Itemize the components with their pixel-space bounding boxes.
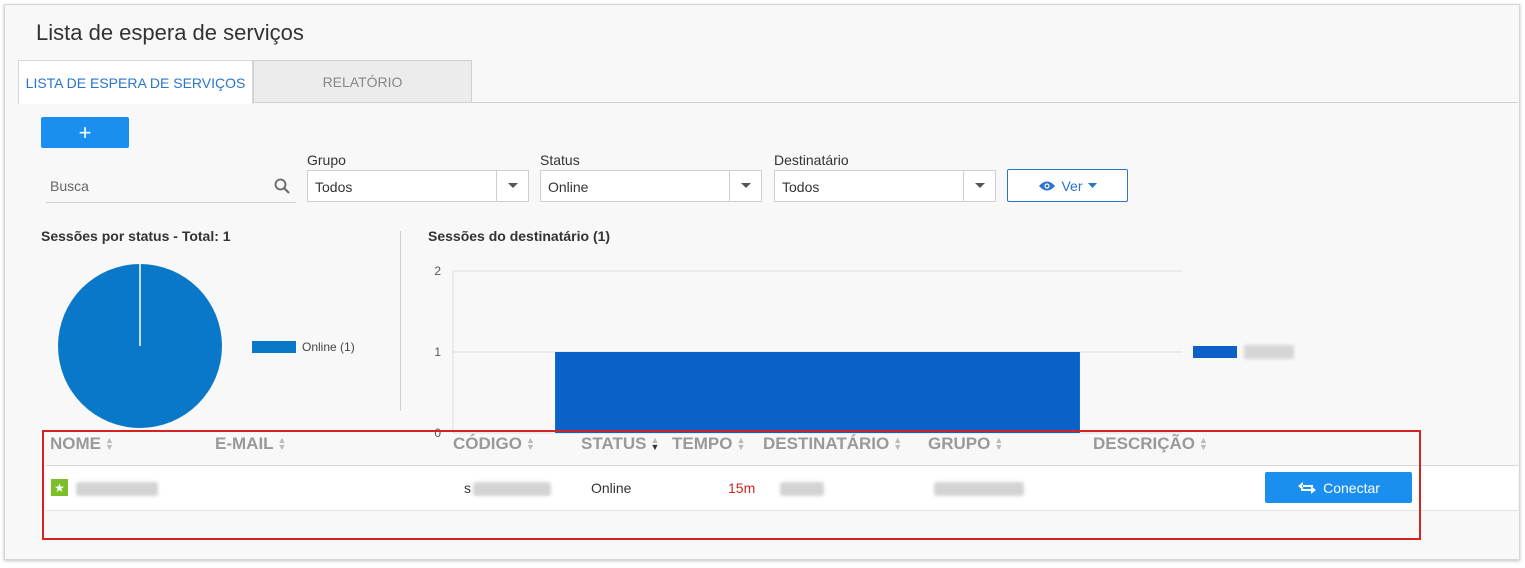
sort-active-icon: ▲ ▼ (650, 435, 660, 452)
col-tempo[interactable]: TEMPO ▲ ▼ (672, 434, 745, 454)
sort-icon: ▲ ▼ (893, 435, 903, 452)
connect-label: Conectar (1323, 479, 1380, 496)
table-header: NOME ▲ ▼ E-MAIL ▲ ▼ CÓDIGO ▲ ▼ STATUS ▲ ▼ TEMPO ▲… (46, 434, 1518, 464)
y-tick-label: 2 (434, 264, 441, 278)
cell-grupo (934, 480, 1024, 497)
bar-legend-label-redacted (1244, 345, 1294, 359)
pie-legend-swatch (252, 341, 296, 353)
col-grupo[interactable]: GRUPO ▲ ▼ (928, 434, 1003, 454)
y-tick-label: 1 (434, 345, 441, 359)
star-icon: ★ (51, 479, 68, 496)
sort-icon: ▲ ▼ (525, 435, 535, 452)
sort-icon: ▲ ▼ (994, 435, 1004, 452)
cell-nome (76, 480, 158, 497)
pie-legend-label: Online (1) (302, 340, 355, 354)
connect-button[interactable]: Conectar (1265, 472, 1412, 503)
sort-icon: ▲ ▼ (736, 435, 746, 452)
cell-tempo: 15m (728, 480, 756, 496)
cell-codigo: s (464, 480, 551, 497)
bar (555, 352, 1080, 433)
col-nome[interactable]: NOME ▲ ▼ (50, 434, 114, 454)
bar-legend-swatch (1193, 346, 1237, 358)
cell-destinatario (780, 480, 824, 497)
col-codigo[interactable]: CÓDIGO ▲ ▼ (453, 434, 535, 454)
sort-icon: ▲ ▼ (105, 435, 114, 452)
cell-status: Online (591, 480, 632, 496)
col-destinatario[interactable]: DESTINATÁRIO ▲ ▼ (763, 434, 902, 454)
swap-arrows-icon (1298, 481, 1317, 494)
sort-icon: ▲ ▼ (277, 435, 287, 452)
sort-icon: ▲ ▼ (1199, 435, 1208, 452)
col-email[interactable]: E-MAIL ▲ ▼ (215, 434, 286, 454)
col-status[interactable]: STATUS ▲ ▼ (581, 434, 659, 454)
col-descricao[interactable]: DESCRIÇÃO ▲ ▼ (1093, 434, 1208, 454)
